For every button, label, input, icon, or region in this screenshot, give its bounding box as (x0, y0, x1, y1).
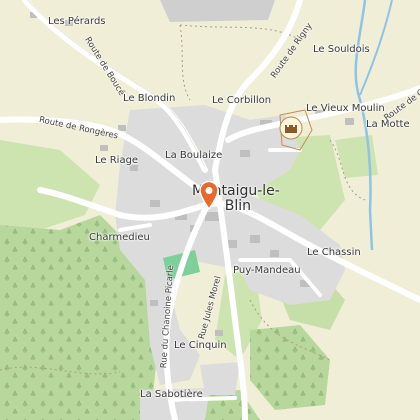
map-pin-icon[interactable] (198, 180, 220, 210)
label-le-riage: Le Riage (95, 155, 139, 166)
label-puy-mandeau: Puy-Mandeau (233, 265, 301, 276)
label-le-cinquin: Le Cinquin (174, 340, 227, 351)
map-canvas[interactable]: Les Pérards Le Souldois Le Blondin Le Co… (0, 0, 420, 420)
grey-area-top (160, 0, 275, 22)
label-les-perards: Les Pérards (48, 16, 106, 27)
label-la-sabotiere: La Sabotière (140, 389, 203, 400)
label-le-blondin: Le Blondin (123, 93, 176, 104)
label-la-boulaize: La Boulaize (165, 150, 223, 161)
label-le-chassin: Le Chassin (307, 247, 361, 258)
label-le-vieux-moulin: Le Vieux Moulin (306, 103, 385, 114)
label-charmedieu: Charmedieu (89, 232, 150, 243)
label-le-corbillon: Le Corbillon (212, 95, 272, 106)
castle-icon[interactable] (279, 116, 303, 140)
label-le-souldois: Le Souldois (313, 44, 370, 55)
